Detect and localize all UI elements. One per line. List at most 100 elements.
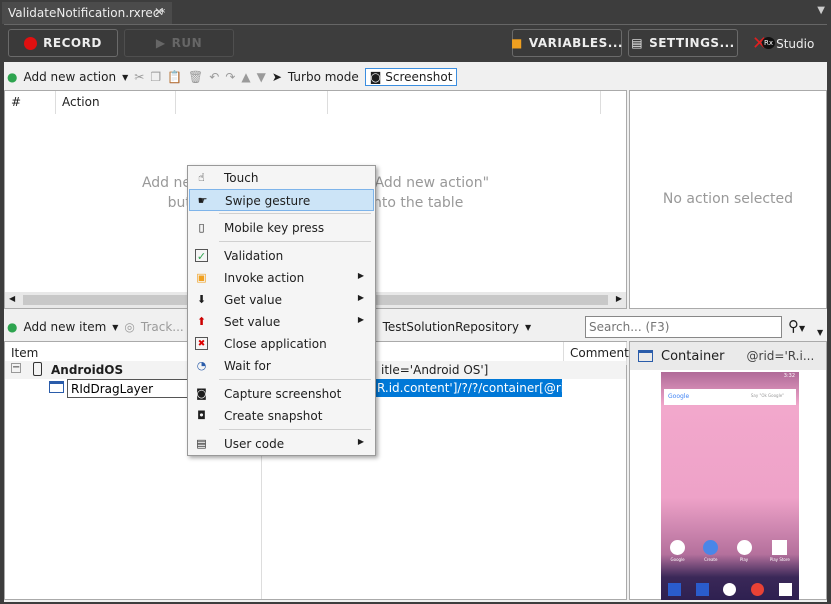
set-value-icon: ⬆ — [196, 315, 207, 328]
menu-item-swipe-gesture[interactable]: ☛ Swipe gesture — [189, 189, 374, 211]
turbo-mode-button[interactable]: Turbo mode — [288, 70, 359, 84]
record-label: RECORD — [43, 36, 102, 50]
divider — [4, 24, 827, 25]
delete-icon[interactable]: 🗑 — [188, 70, 203, 84]
dropdown-menu-icon[interactable]: ▼ — [817, 5, 825, 16]
app-create: Create — [703, 540, 719, 562]
document-tab[interactable]: ValidateNotification.rxrec* ✕ — [2, 2, 172, 24]
settings-button[interactable]: ▤ SETTINGS... — [628, 29, 738, 57]
track-icon: ◎ — [124, 320, 135, 334]
repository-selector[interactable]: ▯TestSolutionRepository▼ — [370, 318, 531, 336]
submenu-arrow-icon: ▶ — [357, 437, 364, 446]
column-header-action[interactable]: Action — [56, 91, 176, 114]
menu-item-create-snapshot[interactable]: ◘ Create snapshot — [189, 405, 374, 427]
menu-item-wait-for[interactable]: ◔ Wait for — [189, 355, 374, 377]
turbo-mode-icon: ➤ — [271, 70, 282, 84]
overflow-icon[interactable]: ▼ — [817, 328, 823, 337]
move-down-icon[interactable]: ▼ — [257, 70, 266, 84]
undo-icon[interactable]: ↶ — [209, 70, 219, 84]
device-screenshot[interactable]: 3:32 Google Say "Ok Google" Google Create… — [661, 372, 799, 600]
add-new-item-button[interactable]: Add new item — [23, 320, 106, 334]
menu-item-touch[interactable]: ☝ Touch — [189, 167, 374, 189]
container-icon — [49, 381, 64, 393]
tree-item-name: AndroidOS — [51, 363, 124, 377]
close-tab-icon[interactable]: ✕ — [154, 5, 164, 19]
tab-title: ValidateNotification.rxrec* — [8, 6, 166, 20]
capture-screenshot-icon: ◙ — [196, 387, 207, 400]
add-new-action-button[interactable]: Add new action — [23, 70, 116, 84]
add-action-context-menu: ☝ Touch ☛ Swipe gesture ▯ Mobile key press … — [187, 165, 376, 456]
action-toolbar: ● Add new action ▼ ✂ ❐ 📋 🗑 ↶ ↷ ▲ ▼ ➤ Turbo mode… — [7, 68, 458, 86]
camera-icon: ◙ — [369, 70, 382, 84]
column-header[interactable] — [328, 91, 601, 114]
search-icon[interactable]: ⚲▼ — [788, 317, 805, 335]
chevron-down-icon[interactable]: ▼ — [122, 73, 128, 82]
element-type: Container — [661, 348, 725, 364]
column-header[interactable] — [176, 91, 328, 114]
menu-item-set-value[interactable]: ⬆ Set value ▶ — [189, 311, 374, 333]
cut-icon[interactable]: ✂ — [134, 70, 144, 84]
invoke-action-icon: ▣ — [196, 271, 207, 284]
dock — [661, 583, 799, 596]
submenu-arrow-icon: ▶ — [357, 293, 364, 302]
app-play-store: Play Store — [770, 540, 790, 562]
record-icon — [24, 36, 38, 50]
repository-toolbar: ● Add new item ▼ ◎ Track... — [7, 318, 184, 336]
app-play: Play — [736, 540, 752, 562]
record-button[interactable]: RECORD — [8, 29, 118, 57]
redo-icon[interactable]: ↷ — [225, 70, 235, 84]
touch-icon: ☝ — [198, 171, 205, 184]
menu-item-validation[interactable]: ✓ Validation — [189, 245, 374, 267]
wait-clock-icon: ◔ — [196, 359, 207, 372]
move-up-icon[interactable]: ▲ — [241, 70, 250, 84]
tree-item-path-selected: R.id.content']/?/?/container[@rid... — [373, 379, 562, 397]
preview-panel: Container @rid='R.i... 3:32 Google Say "Ok… — [629, 341, 827, 600]
track-button[interactable]: Track... — [141, 320, 184, 334]
menu-item-mobile-key-press[interactable]: ▯ Mobile key press — [189, 217, 374, 239]
no-action-selected-text: No action selected — [662, 191, 794, 207]
variables-icon: ■ — [511, 36, 523, 50]
validation-check-icon: ✓ — [195, 249, 208, 263]
snapshot-camera-icon: ◘ — [197, 409, 206, 422]
screenshot-button[interactable]: ◙ Screenshot — [364, 68, 458, 86]
element-rid: @rid='R.i... — [746, 349, 815, 363]
user-code-icon: ▤ — [196, 437, 207, 450]
chevron-down-icon: ▼ — [524, 322, 532, 332]
google-search-widget: Google Say "Ok Google" — [664, 389, 796, 405]
mobile-device-icon — [33, 362, 42, 376]
details-panel: No action selected — [629, 90, 827, 309]
ranorex-studio-logo: ✕ Rx Studio — [752, 33, 815, 54]
run-button[interactable]: ▶ RUN — [124, 29, 234, 57]
repository-name: TestSolutionRepository — [382, 320, 519, 334]
app-google: Google — [670, 540, 686, 562]
menu-item-invoke-action[interactable]: ▣ Invoke action ▶ — [189, 267, 374, 289]
rename-input[interactable] — [67, 379, 191, 398]
close-application-icon: ✖ — [195, 337, 208, 350]
menu-item-close-application[interactable]: ✖ Close application — [189, 333, 374, 355]
tree-item-path: itle='Android OS'] — [381, 363, 489, 377]
search-input[interactable] — [585, 316, 782, 338]
settings-doc-icon: ▤ — [631, 36, 644, 50]
app-icons: Google Create Play Play Store — [661, 540, 799, 562]
column-header-number[interactable]: # — [5, 91, 56, 114]
collapse-icon[interactable]: − — [11, 363, 21, 373]
mobile-key-icon: ▯ — [198, 221, 205, 234]
screenshot-label: Screenshot — [385, 70, 453, 84]
container-icon — [638, 350, 653, 362]
settings-label: SETTINGS... — [649, 36, 735, 50]
add-icon: ● — [7, 320, 18, 334]
get-value-icon: ⬇ — [196, 293, 207, 306]
menu-item-user-code[interactable]: ▤ User code ▶ — [189, 433, 374, 455]
add-icon: ● — [7, 70, 18, 84]
copy-icon[interactable]: ❐ — [150, 70, 161, 84]
submenu-arrow-icon: ▶ — [357, 271, 364, 280]
swipe-icon: ☛ — [197, 194, 208, 207]
menu-item-get-value[interactable]: ⬇ Get value ▶ — [189, 289, 374, 311]
run-label: RUN — [171, 36, 203, 50]
submenu-arrow-icon: ▶ — [357, 315, 364, 324]
paste-icon[interactable]: 📋 — [167, 70, 182, 84]
chevron-down-icon[interactable]: ▼ — [112, 323, 118, 332]
run-icon: ▶ — [155, 36, 166, 50]
menu-item-capture-screenshot[interactable]: ◙ Capture screenshot — [189, 383, 374, 405]
variables-button[interactable]: ■ VARIABLES... — [511, 29, 622, 57]
